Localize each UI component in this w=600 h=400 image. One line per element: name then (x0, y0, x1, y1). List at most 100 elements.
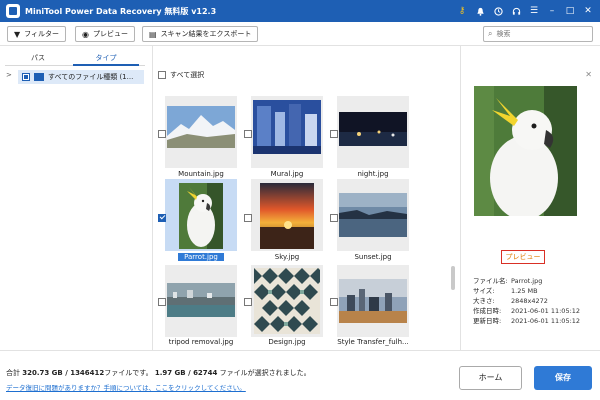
info-key: サイズ: (473, 287, 495, 295)
export-label: スキャン結果をエクスポート (160, 30, 252, 38)
info-key: 更新日時: (473, 317, 502, 325)
info-value: 1.25 MB (511, 287, 538, 295)
tab-type[interactable]: タイプ (73, 52, 139, 66)
file-name: Mural.jpg (270, 170, 304, 178)
maximize-icon[interactable]: □ (562, 3, 578, 19)
mountain-image (167, 106, 235, 148)
file-thumbnail[interactable] (165, 265, 237, 337)
export-icon: ▤ (149, 29, 157, 39)
summary-prefix: 合計 (6, 369, 23, 377)
select-all-label: すべて選択 (170, 71, 205, 79)
info-key: 大きさ: (473, 297, 495, 305)
preview-image (474, 86, 577, 216)
file-thumbnail[interactable] (251, 265, 323, 337)
tree-checkbox[interactable] (22, 73, 30, 81)
window-title: MiniTool Power Data Recovery 無料版 v12.3 (25, 6, 217, 16)
search-input[interactable] (496, 30, 577, 38)
sunset-image (339, 193, 407, 237)
file-thumbnail[interactable] (337, 96, 409, 168)
file-checkbox[interactable] (244, 214, 252, 222)
selection-summary: 合計 320.73 GB / 1346412ファイルです。 1.97 GB / … (6, 368, 311, 378)
bell-icon[interactable] (472, 3, 488, 19)
file-name: tripod removal.jpg (168, 338, 234, 346)
clock-icon[interactable] (490, 3, 506, 19)
file-name: Mountain.jpg (178, 170, 224, 178)
vertical-scrollbar[interactable] (451, 266, 455, 290)
night-image (339, 112, 407, 146)
chevron-right-icon[interactable]: > (6, 71, 12, 79)
menu-icon[interactable]: ☰ (526, 3, 542, 19)
file-checkbox[interactable] (158, 298, 166, 306)
select-all[interactable]: すべて選択 (158, 70, 204, 80)
select-all-checkbox[interactable] (158, 71, 166, 79)
mural-image (253, 100, 321, 154)
export-button[interactable]: ▤ スキャン結果をエクスポート (142, 26, 259, 42)
file-checkbox[interactable] (158, 130, 166, 138)
file-checkbox[interactable] (330, 298, 338, 306)
tab-path[interactable]: パス (5, 52, 71, 66)
info-row: サイズ: 1.25 MB (473, 286, 598, 296)
tripod-removal-image (167, 283, 235, 317)
file-checkbox[interactable] (330, 130, 338, 138)
file-thumbnail[interactable] (337, 265, 409, 337)
close-preview-icon[interactable]: ✕ (585, 70, 592, 79)
summary-mid: ファイルです。 (104, 369, 153, 377)
file-thumbnail[interactable] (251, 179, 323, 251)
info-row: 更新日時: 2021-06-01 11:05:12 (473, 316, 598, 326)
left-panel: パス タイプ > すべてのファイル種類 (1... (0, 46, 153, 350)
tree-item-all-file-types[interactable]: > すべてのファイル種類 (1... (6, 70, 144, 84)
summary-suffix: ファイルが選択されました。 (217, 369, 311, 377)
headset-icon[interactable] (508, 3, 524, 19)
info-row: ファイル名: Parrot.jpg (473, 276, 598, 286)
file-name: Design.jpg (268, 338, 306, 346)
close-icon[interactable]: ✕ (580, 3, 596, 19)
file-name: Sunset.jpg (354, 253, 392, 261)
preview-panel: ✕ プレビュー ファイル名: Parrot.jpg サイズ: 1.25 MB 大… (460, 46, 600, 350)
file-checkbox[interactable] (244, 298, 252, 306)
filter-button[interactable]: ▼ フィルター (7, 26, 67, 42)
key-icon[interactable]: ⚷ (454, 3, 470, 19)
file-info: ファイル名: Parrot.jpg サイズ: 1.25 MB 大きさ: 2848… (473, 276, 598, 326)
status-bar: 合計 320.73 GB / 1346412ファイルです。 1.97 GB / … (0, 350, 600, 400)
search-box: ⌕ (483, 26, 593, 42)
file-thumbnail-selected[interactable] (165, 179, 237, 251)
title-bar-controls: ⚷ ☰ – □ ✕ (452, 0, 596, 22)
info-value: Parrot.jpg (511, 277, 543, 285)
minimize-icon[interactable]: – (544, 3, 560, 19)
parrot-image (179, 183, 223, 249)
file-thumbnail[interactable] (337, 179, 409, 251)
file-name: Sky.jpg (274, 253, 300, 261)
help-link[interactable]: データ復旧に問題がありますか？手順については、ここをクリックしてください。 (6, 382, 246, 392)
file-checkbox[interactable] (244, 130, 252, 138)
file-checkbox[interactable] (158, 214, 166, 222)
summary-total: 320.73 GB / 1346412 (22, 369, 105, 377)
file-grid: すべて選択 Mountain.jpg Mural.jpg night.jpg P… (154, 46, 460, 350)
file-name: night.jpg (357, 170, 389, 178)
summary-selected: 1.97 GB / 62744 (154, 369, 218, 377)
info-row: 大きさ: 2848x4272 (473, 296, 598, 306)
eye-icon: ◉ (82, 29, 89, 39)
title-bar: MiniTool Power Data Recovery 無料版 v12.3 ⚷… (0, 0, 600, 22)
file-thumbnail[interactable] (165, 96, 237, 168)
file-name: Parrot.jpg (156, 253, 246, 261)
file-thumbnail[interactable] (251, 96, 323, 168)
info-row: 作成日時: 2021-06-01 11:05:12 (473, 306, 598, 316)
tree-item-label: すべてのファイル種類 (1... (48, 73, 134, 81)
style-transfer-image (339, 279, 407, 323)
preview-button[interactable]: ◉ プレビュー (75, 26, 135, 42)
info-value: 2848x4272 (511, 297, 548, 305)
preview-button-large[interactable]: プレビュー (501, 250, 545, 264)
app-logo-icon (6, 4, 20, 18)
search-icon: ⌕ (488, 29, 493, 38)
info-key: ファイル名: (473, 277, 508, 285)
file-name-text: Parrot.jpg (178, 253, 224, 261)
filter-label: フィルター (24, 30, 60, 38)
design-image (254, 268, 320, 334)
toolbar: ▼ フィルター ◉ プレビュー ▤ スキャン結果をエクスポート ⌕ (0, 22, 600, 46)
filter-icon: ▼ (14, 29, 21, 39)
home-button[interactable]: ホーム (459, 366, 522, 390)
file-name: Style Transfer_fulh... (337, 338, 409, 346)
file-checkbox[interactable] (330, 214, 338, 222)
save-button[interactable]: 保存 (534, 366, 592, 390)
preview-label: プレビュー (92, 30, 128, 38)
